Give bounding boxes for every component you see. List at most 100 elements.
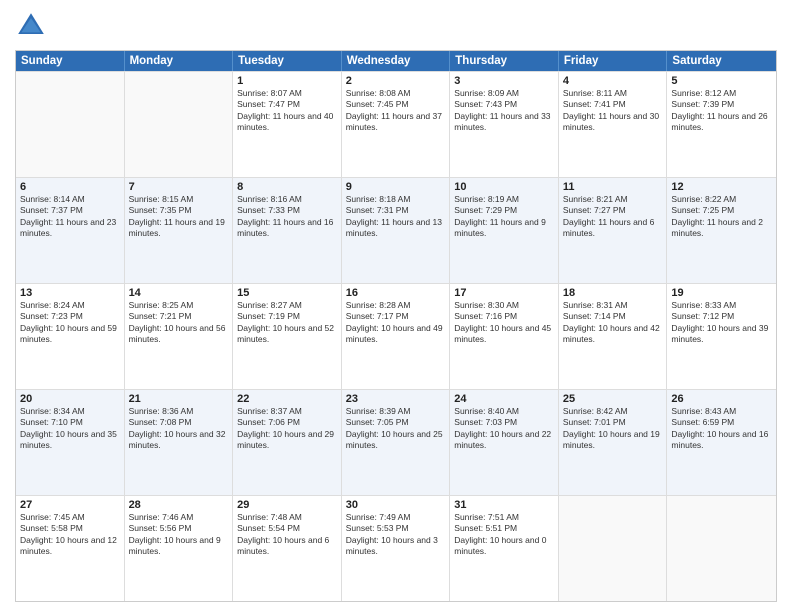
day-number: 14 xyxy=(129,287,229,299)
sunset-text: Sunset: 7:35 PM xyxy=(129,205,229,216)
sunset-text: Sunset: 7:12 PM xyxy=(671,311,772,322)
daylight-text: Daylight: 10 hours and 32 minutes. xyxy=(129,429,229,452)
day-number: 18 xyxy=(563,287,663,299)
day-number: 11 xyxy=(563,181,663,193)
daylight-text: Daylight: 10 hours and 9 minutes. xyxy=(129,535,229,558)
calendar-cell: 17Sunrise: 8:30 AMSunset: 7:16 PMDayligh… xyxy=(450,284,559,389)
sunrise-text: Sunrise: 8:33 AM xyxy=(671,300,772,311)
calendar-cell: 22Sunrise: 8:37 AMSunset: 7:06 PMDayligh… xyxy=(233,390,342,495)
sunrise-text: Sunrise: 8:18 AM xyxy=(346,194,446,205)
day-number: 15 xyxy=(237,287,337,299)
daylight-text: Daylight: 10 hours and 39 minutes. xyxy=(671,323,772,346)
day-number: 5 xyxy=(671,75,772,87)
sunset-text: Sunset: 7:33 PM xyxy=(237,205,337,216)
sunset-text: Sunset: 7:43 PM xyxy=(454,99,554,110)
daylight-text: Daylight: 10 hours and 3 minutes. xyxy=(346,535,446,558)
day-number: 2 xyxy=(346,75,446,87)
daylight-text: Daylight: 10 hours and 45 minutes. xyxy=(454,323,554,346)
calendar-cell: 16Sunrise: 8:28 AMSunset: 7:17 PMDayligh… xyxy=(342,284,451,389)
sunrise-text: Sunrise: 8:16 AM xyxy=(237,194,337,205)
calendar-cell xyxy=(559,496,668,601)
daylight-text: Daylight: 10 hours and 6 minutes. xyxy=(237,535,337,558)
calendar-cell: 8Sunrise: 8:16 AMSunset: 7:33 PMDaylight… xyxy=(233,178,342,283)
sunrise-text: Sunrise: 8:39 AM xyxy=(346,406,446,417)
logo-icon xyxy=(15,10,47,42)
sunrise-text: Sunrise: 8:24 AM xyxy=(20,300,120,311)
sunset-text: Sunset: 7:29 PM xyxy=(454,205,554,216)
day-number: 25 xyxy=(563,393,663,405)
sunrise-text: Sunrise: 8:22 AM xyxy=(671,194,772,205)
header xyxy=(15,10,777,42)
calendar-body: 1Sunrise: 8:07 AMSunset: 7:47 PMDaylight… xyxy=(16,71,776,601)
day-number: 7 xyxy=(129,181,229,193)
calendar-cell: 10Sunrise: 8:19 AMSunset: 7:29 PMDayligh… xyxy=(450,178,559,283)
day-number: 9 xyxy=(346,181,446,193)
day-number: 27 xyxy=(20,499,120,511)
daylight-text: Daylight: 10 hours and 0 minutes. xyxy=(454,535,554,558)
daylight-text: Daylight: 11 hours and 37 minutes. xyxy=(346,111,446,134)
sunset-text: Sunset: 7:21 PM xyxy=(129,311,229,322)
day-header-friday: Friday xyxy=(559,51,668,71)
calendar-cell: 30Sunrise: 7:49 AMSunset: 5:53 PMDayligh… xyxy=(342,496,451,601)
sunset-text: Sunset: 7:17 PM xyxy=(346,311,446,322)
calendar-cell: 21Sunrise: 8:36 AMSunset: 7:08 PMDayligh… xyxy=(125,390,234,495)
sunset-text: Sunset: 7:03 PM xyxy=(454,417,554,428)
sunrise-text: Sunrise: 8:28 AM xyxy=(346,300,446,311)
daylight-text: Daylight: 10 hours and 16 minutes. xyxy=(671,429,772,452)
sunrise-text: Sunrise: 8:36 AM xyxy=(129,406,229,417)
day-number: 28 xyxy=(129,499,229,511)
daylight-text: Daylight: 11 hours and 2 minutes. xyxy=(671,217,772,240)
sunset-text: Sunset: 7:05 PM xyxy=(346,417,446,428)
sunset-text: Sunset: 5:54 PM xyxy=(237,523,337,534)
daylight-text: Daylight: 11 hours and 13 minutes. xyxy=(346,217,446,240)
sunrise-text: Sunrise: 8:27 AM xyxy=(237,300,337,311)
sunset-text: Sunset: 7:27 PM xyxy=(563,205,663,216)
day-number: 4 xyxy=(563,75,663,87)
day-header-tuesday: Tuesday xyxy=(233,51,342,71)
calendar-cell: 9Sunrise: 8:18 AMSunset: 7:31 PMDaylight… xyxy=(342,178,451,283)
sunset-text: Sunset: 5:53 PM xyxy=(346,523,446,534)
calendar-cell: 3Sunrise: 8:09 AMSunset: 7:43 PMDaylight… xyxy=(450,72,559,177)
daylight-text: Daylight: 11 hours and 9 minutes. xyxy=(454,217,554,240)
day-header-wednesday: Wednesday xyxy=(342,51,451,71)
sunrise-text: Sunrise: 8:31 AM xyxy=(563,300,663,311)
calendar-cell: 28Sunrise: 7:46 AMSunset: 5:56 PMDayligh… xyxy=(125,496,234,601)
daylight-text: Daylight: 10 hours and 49 minutes. xyxy=(346,323,446,346)
day-number: 23 xyxy=(346,393,446,405)
daylight-text: Daylight: 11 hours and 30 minutes. xyxy=(563,111,663,134)
calendar-cell: 29Sunrise: 7:48 AMSunset: 5:54 PMDayligh… xyxy=(233,496,342,601)
day-number: 21 xyxy=(129,393,229,405)
day-number: 20 xyxy=(20,393,120,405)
sunrise-text: Sunrise: 8:07 AM xyxy=(237,88,337,99)
daylight-text: Daylight: 10 hours and 35 minutes. xyxy=(20,429,120,452)
sunset-text: Sunset: 7:45 PM xyxy=(346,99,446,110)
calendar-row-2: 13Sunrise: 8:24 AMSunset: 7:23 PMDayligh… xyxy=(16,283,776,389)
day-number: 17 xyxy=(454,287,554,299)
sunset-text: Sunset: 7:31 PM xyxy=(346,205,446,216)
sunrise-text: Sunrise: 8:40 AM xyxy=(454,406,554,417)
calendar: SundayMondayTuesdayWednesdayThursdayFrid… xyxy=(15,50,777,602)
sunrise-text: Sunrise: 8:14 AM xyxy=(20,194,120,205)
day-number: 8 xyxy=(237,181,337,193)
sunset-text: Sunset: 7:10 PM xyxy=(20,417,120,428)
daylight-text: Daylight: 10 hours and 12 minutes. xyxy=(20,535,120,558)
sunrise-text: Sunrise: 8:21 AM xyxy=(563,194,663,205)
calendar-cell: 15Sunrise: 8:27 AMSunset: 7:19 PMDayligh… xyxy=(233,284,342,389)
daylight-text: Daylight: 10 hours and 59 minutes. xyxy=(20,323,120,346)
day-number: 1 xyxy=(237,75,337,87)
sunrise-text: Sunrise: 8:42 AM xyxy=(563,406,663,417)
calendar-cell: 2Sunrise: 8:08 AMSunset: 7:45 PMDaylight… xyxy=(342,72,451,177)
sunset-text: Sunset: 7:23 PM xyxy=(20,311,120,322)
daylight-text: Daylight: 11 hours and 33 minutes. xyxy=(454,111,554,134)
daylight-text: Daylight: 11 hours and 6 minutes. xyxy=(563,217,663,240)
sunset-text: Sunset: 6:59 PM xyxy=(671,417,772,428)
sunrise-text: Sunrise: 7:45 AM xyxy=(20,512,120,523)
day-number: 19 xyxy=(671,287,772,299)
calendar-row-1: 6Sunrise: 8:14 AMSunset: 7:37 PMDaylight… xyxy=(16,177,776,283)
sunrise-text: Sunrise: 8:34 AM xyxy=(20,406,120,417)
sunset-text: Sunset: 7:14 PM xyxy=(563,311,663,322)
day-header-thursday: Thursday xyxy=(450,51,559,71)
calendar-cell: 23Sunrise: 8:39 AMSunset: 7:05 PMDayligh… xyxy=(342,390,451,495)
calendar-cell xyxy=(16,72,125,177)
daylight-text: Daylight: 10 hours and 25 minutes. xyxy=(346,429,446,452)
